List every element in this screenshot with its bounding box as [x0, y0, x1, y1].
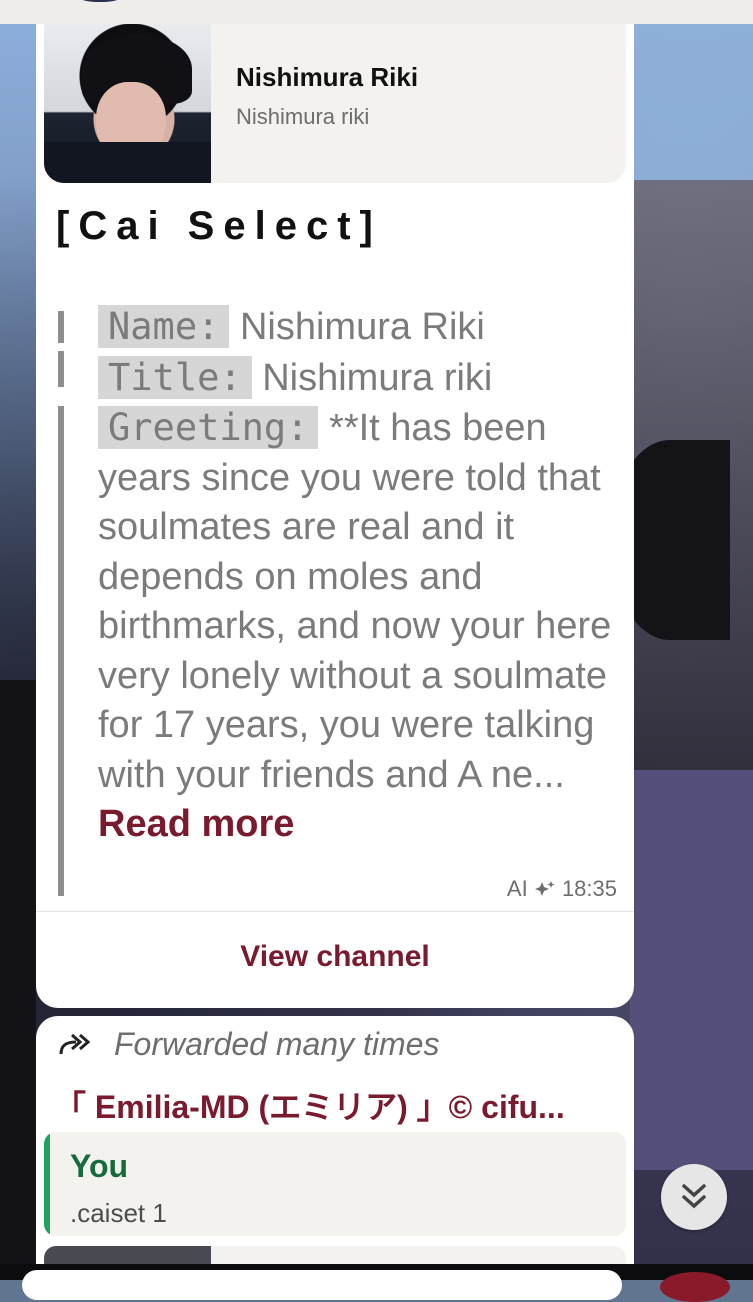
quoted-reply[interactable]: You .caiset 1 [44, 1132, 626, 1236]
quote-bar [58, 351, 64, 387]
channel-avatar [44, 24, 211, 183]
avatar-body [44, 142, 211, 183]
message-bubble-channel-post[interactable]: Nishimura Riki Nishimura riki [Cai Selec… [36, 24, 634, 1008]
view-channel-button[interactable]: View channel [36, 940, 634, 974]
channel-name: Nishimura Riki [236, 62, 419, 92]
name-key: Name: [98, 305, 230, 348]
channel-card[interactable]: Nishimura Riki Nishimura riki [44, 24, 626, 183]
read-more-link[interactable]: Read more [98, 803, 294, 845]
greeting-key: Greeting: [98, 406, 319, 449]
message-time: 18:35 [561, 876, 617, 901]
reply-text: .caiset 1 [70, 1198, 167, 1228]
wallpaper-left-edge [0, 680, 36, 1280]
wallpaper-shirt [630, 770, 753, 1170]
divider [36, 911, 634, 912]
message-input-bar[interactable] [22, 1270, 622, 1300]
next-preview-thumbnail [44, 1246, 211, 1264]
name-value: Nishimura Riki [239, 306, 485, 348]
character-details-quote: Name: Nishimura Riki Title: Nishimura ri… [98, 302, 618, 850]
title-value: Nishimura riki [262, 356, 493, 399]
ai-label: AI [506, 876, 528, 901]
scroll-to-bottom-button[interactable] [661, 1164, 727, 1230]
reply-author: You [70, 1148, 129, 1184]
top-bar-avatar-edge [80, 0, 120, 2]
forward-double-arrow-icon [59, 1033, 91, 1055]
top-bar [0, 0, 753, 24]
quote-bar [58, 406, 64, 896]
channel-subtitle: Nishimura riki [236, 104, 370, 129]
message-meta: AI 18:35 [507, 876, 617, 902]
reply-accent-bar [44, 1132, 50, 1236]
title-key: Title: [98, 355, 252, 399]
send-button-edge[interactable] [660, 1272, 730, 1302]
forwarded-label: Forwarded many times [114, 1026, 440, 1062]
quote-bar [58, 311, 64, 343]
greeting-value: **It has been years since you were told … [98, 407, 612, 796]
message-bubble-forwarded[interactable]: Forwarded many times 「 Emilia-MD (エミリア) … [36, 1016, 634, 1264]
post-heading: [Cai Select] [56, 204, 382, 248]
ai-sparkle-icon [534, 881, 555, 896]
next-preview-card [44, 1246, 626, 1264]
forwarded-from-name[interactable]: 「 Emilia-MD (エミリア) 」© cifu... [54, 1082, 565, 1128]
chevrons-down-icon [682, 1184, 706, 1209]
